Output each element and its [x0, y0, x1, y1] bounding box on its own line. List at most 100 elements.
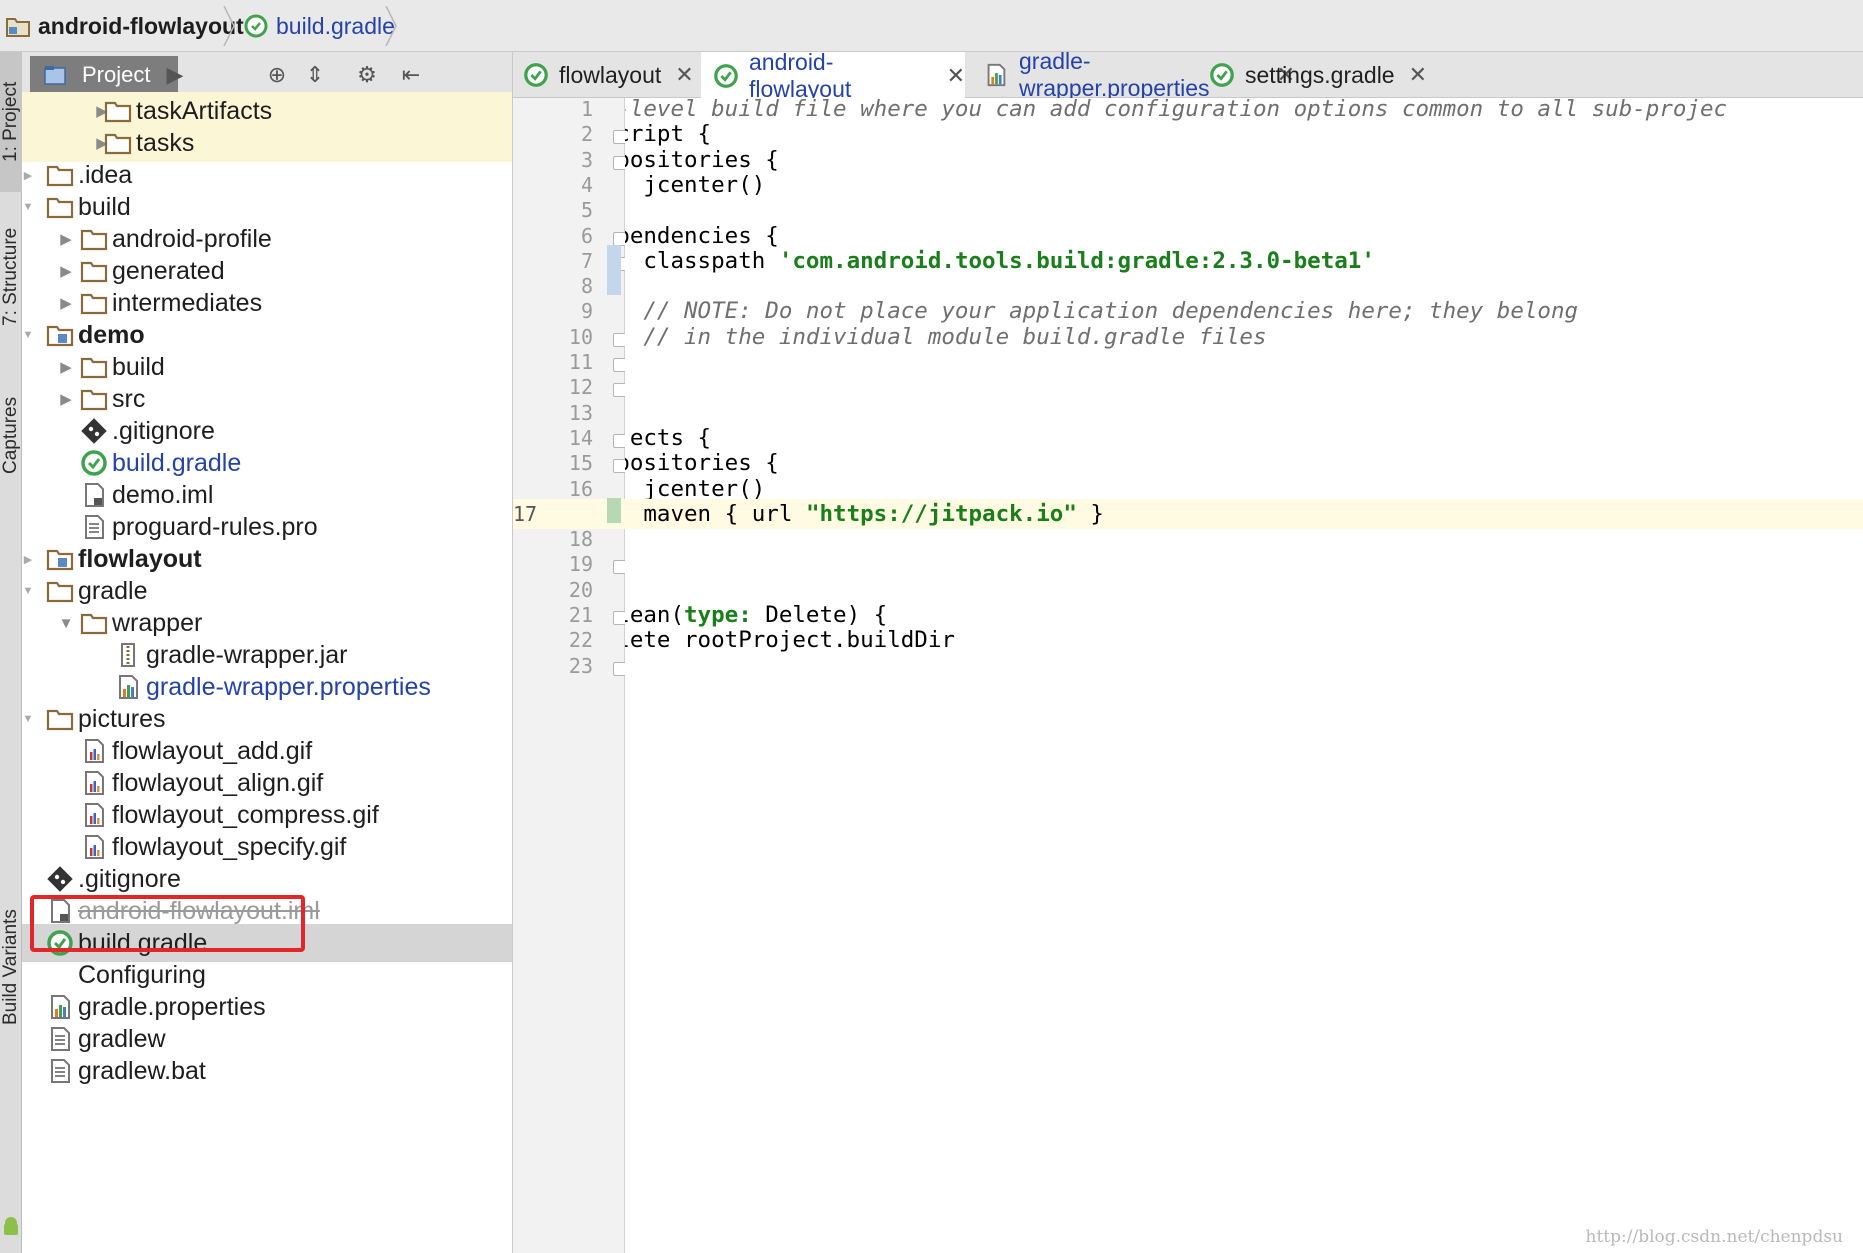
tab-label: settings.gradle	[1245, 61, 1395, 88]
tree-item[interactable]: gradlew.bat	[22, 1052, 512, 1090]
gradle-icon	[80, 449, 108, 477]
tree-item-label: android-profile	[112, 224, 272, 253]
tree-item-label: gradle.properties	[78, 992, 266, 1021]
tab-flowlayout[interactable]: flowlayout ✕	[523, 52, 694, 98]
code-string: 'com.android.tools.build:gradle:2.3.0-be…	[778, 247, 1375, 274]
close-icon[interactable]: ✕	[675, 62, 693, 88]
breadcrumb-file-label: build.gradle	[276, 12, 395, 39]
expand-right-icon[interactable]: ▶	[22, 165, 38, 185]
breadcrumb-project[interactable]: android-flowlayout	[6, 0, 244, 52]
tree-item-label: flowlayout_add.gif	[112, 736, 313, 765]
gear-icon[interactable]: ⚙	[352, 60, 382, 90]
captures-tool-tab[interactable]: Captures	[0, 370, 22, 500]
code-text: }	[1076, 500, 1104, 527]
build-variants-tool-tab[interactable]: Build Variants	[0, 882, 22, 1052]
line-number: 23	[568, 653, 593, 678]
code-editor[interactable]: // Top-level build file where you can ad…	[625, 98, 1863, 1253]
folder-icon	[46, 193, 74, 221]
blank-icon	[46, 961, 74, 989]
tree-item-label: gradle-wrapper.properties	[146, 672, 431, 701]
dropdown-arrow-icon[interactable]: ▶	[160, 60, 190, 90]
hide-panel-icon[interactable]: ⇤	[396, 60, 426, 90]
tab-label: flowlayout	[559, 61, 662, 88]
expand-down-icon[interactable]: ▼	[22, 581, 38, 601]
tab-settings-gradle[interactable]: settings.gradle ✕	[1209, 52, 1427, 98]
expand-down-icon[interactable]: ▼	[22, 197, 38, 217]
tree-item-label: src	[112, 384, 146, 413]
tree-item-label: tasks	[136, 128, 195, 157]
expand-down-icon[interactable]: ▼	[22, 325, 38, 345]
editor-tab-bar: flowlayout ✕ android-flowlayout ✕ gradle…	[513, 48, 1863, 102]
tree-item-label: build	[112, 352, 165, 381]
navigation-bar: android-flowlayout build.gradle	[0, 0, 1863, 52]
build-variants-tool-tab-label: Build Variants	[0, 909, 21, 1025]
tree-item-label: demo.iml	[112, 480, 214, 509]
folder-icon	[46, 705, 74, 733]
code-text: task clean(	[625, 602, 685, 628]
tree-item-label: taskArtifacts	[136, 96, 273, 125]
project-panel: Project ▶ ⊕ ⇕ ⚙ ⇤ ▶ taskArtifacts ▶ tasks ▶.…	[22, 52, 513, 1253]
folder-icon	[80, 609, 108, 637]
gradle-icon	[523, 62, 549, 88]
folder-icon	[46, 577, 74, 605]
tree-item-label: .idea	[78, 160, 133, 189]
properties-icon	[46, 993, 74, 1021]
expand-right-icon[interactable]: ▶	[56, 261, 76, 281]
tree-item-label: pictures	[78, 704, 166, 733]
tree-item-label: gradle	[78, 576, 148, 605]
tree-item-label: .gitignore	[78, 864, 181, 893]
change-marker[interactable]	[607, 497, 621, 524]
code-text: maven { url	[643, 500, 793, 527]
change-marker[interactable]	[607, 244, 621, 296]
close-icon[interactable]: ✕	[1409, 62, 1427, 88]
code-text: jcenter()	[643, 475, 766, 502]
expand-right-icon[interactable]: ▶	[22, 549, 38, 569]
tool-window-strip: 1: Project 7: Structure Captures Build V…	[0, 52, 22, 1253]
code-text: jcenter()	[643, 171, 766, 198]
expand-right-icon[interactable]: ▶	[56, 229, 76, 249]
project-icon	[44, 66, 66, 85]
code-comment: // in the individual module build.gradle…	[643, 323, 1267, 350]
code-string: "https://jitpack.io"	[805, 500, 1077, 527]
code-text: dependencies {	[625, 222, 779, 249]
gradle-icon	[1209, 62, 1235, 88]
close-icon[interactable]: ✕	[947, 63, 965, 89]
expand-right-icon[interactable]: ▶	[56, 357, 76, 377]
tab-android-flowlayout[interactable]: android-flowlayout ✕	[701, 49, 965, 102]
properties-icon	[114, 673, 142, 701]
tree-item-label: wrapper	[112, 608, 203, 637]
expand-right-icon[interactable]: ▶	[56, 293, 76, 313]
breadcrumb-file[interactable]: build.gradle	[244, 0, 395, 52]
structure-tool-tab[interactable]: 7: Structure	[0, 202, 22, 352]
folder-icon	[80, 353, 108, 381]
image-file-icon	[80, 833, 108, 861]
code-text: delete rootProject.buildDir	[625, 627, 955, 654]
expand-down-icon[interactable]: ▼	[56, 613, 76, 633]
breadcrumb-separator-icon	[385, 6, 397, 46]
expand-down-icon[interactable]: ▼	[22, 709, 38, 729]
text-file-icon	[46, 1057, 74, 1085]
tree-item-label: Configuring	[78, 960, 206, 989]
expand-right-icon[interactable]: ▶	[56, 389, 76, 409]
image-file-icon	[80, 801, 108, 829]
jar-icon	[114, 641, 142, 669]
code-text: Delete) {	[751, 602, 888, 628]
code-text: allprojects {	[625, 424, 712, 451]
tree-item-label: flowlayout_align.gif	[112, 768, 324, 797]
folder-icon	[80, 225, 108, 253]
image-file-icon	[80, 737, 108, 765]
tree-item-label: demo	[78, 320, 145, 349]
locate-icon[interactable]: ⊕	[262, 60, 292, 90]
code-text: repositories {	[625, 146, 779, 173]
gradle-icon	[713, 63, 739, 89]
project-tool-tab[interactable]: 1: Project	[0, 52, 22, 192]
module-icon	[46, 321, 74, 349]
tree-item-label: generated	[112, 256, 225, 285]
folder-icon	[80, 257, 108, 285]
image-file-icon	[80, 769, 108, 797]
project-view-selector[interactable]: Project	[30, 56, 178, 94]
tree-item-label: gradlew	[78, 1024, 166, 1053]
captures-tool-tab-label: Captures	[0, 396, 21, 474]
watermark: http://blog.csdn.net/chenpdsu	[1585, 1227, 1843, 1247]
collapse-all-icon[interactable]: ⇕	[300, 60, 330, 90]
